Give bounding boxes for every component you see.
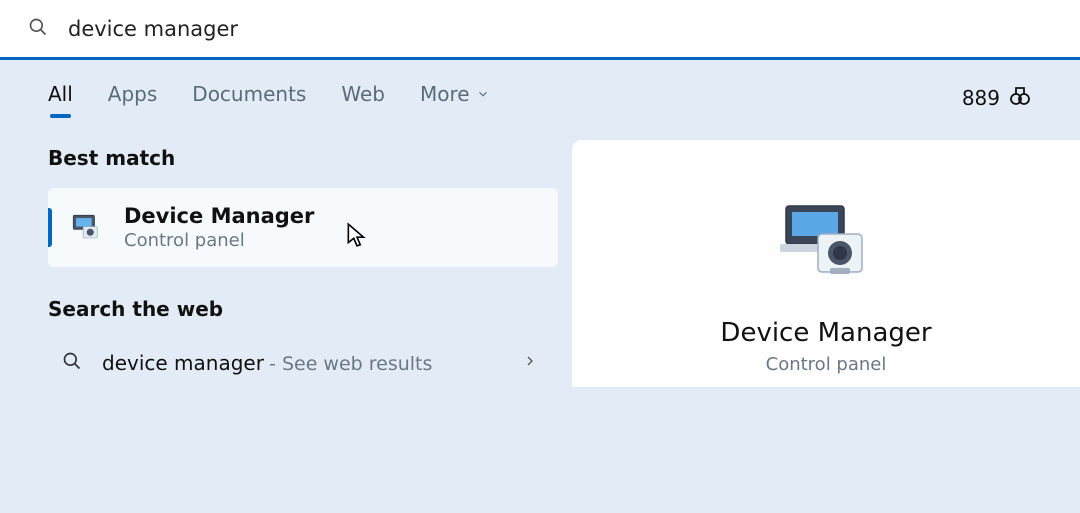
tab-documents[interactable]: Documents: [192, 82, 306, 114]
web-result-item[interactable]: device manager - See web results: [48, 339, 558, 387]
search-input[interactable]: [68, 17, 1052, 41]
rewards-icon: [1008, 84, 1032, 113]
tab-more[interactable]: More: [420, 82, 490, 114]
tab-all[interactable]: All: [48, 82, 73, 114]
tab-apps[interactable]: Apps: [108, 82, 158, 114]
chevron-down-icon: [476, 82, 490, 106]
detail-panel: Device Manager Control panel: [572, 140, 1080, 387]
detail-title: Device Manager: [720, 318, 931, 348]
web-result-hint: - See web results: [269, 353, 432, 375]
best-match-subtitle: Control panel: [124, 230, 540, 251]
search-icon: [62, 351, 82, 375]
best-match-title: Device Manager: [124, 204, 540, 228]
device-manager-icon-large: [776, 198, 876, 292]
web-result-query: device manager: [102, 351, 264, 375]
filter-tabs: All Apps Documents Web More 889: [0, 60, 1080, 126]
best-match-heading: Best match: [48, 146, 558, 170]
search-web-heading: Search the web: [48, 297, 558, 321]
device-manager-icon: [62, 211, 110, 245]
search-icon: [28, 17, 48, 41]
search-bar: [0, 0, 1080, 60]
chevron-right-icon: [522, 353, 538, 373]
rewards-count: 889: [962, 86, 1000, 110]
best-match-result[interactable]: Device Manager Control panel: [48, 188, 558, 267]
rewards-points[interactable]: 889: [962, 84, 1032, 113]
tab-more-label: More: [420, 82, 470, 106]
tab-web[interactable]: Web: [341, 82, 385, 114]
detail-subtitle: Control panel: [766, 354, 887, 375]
